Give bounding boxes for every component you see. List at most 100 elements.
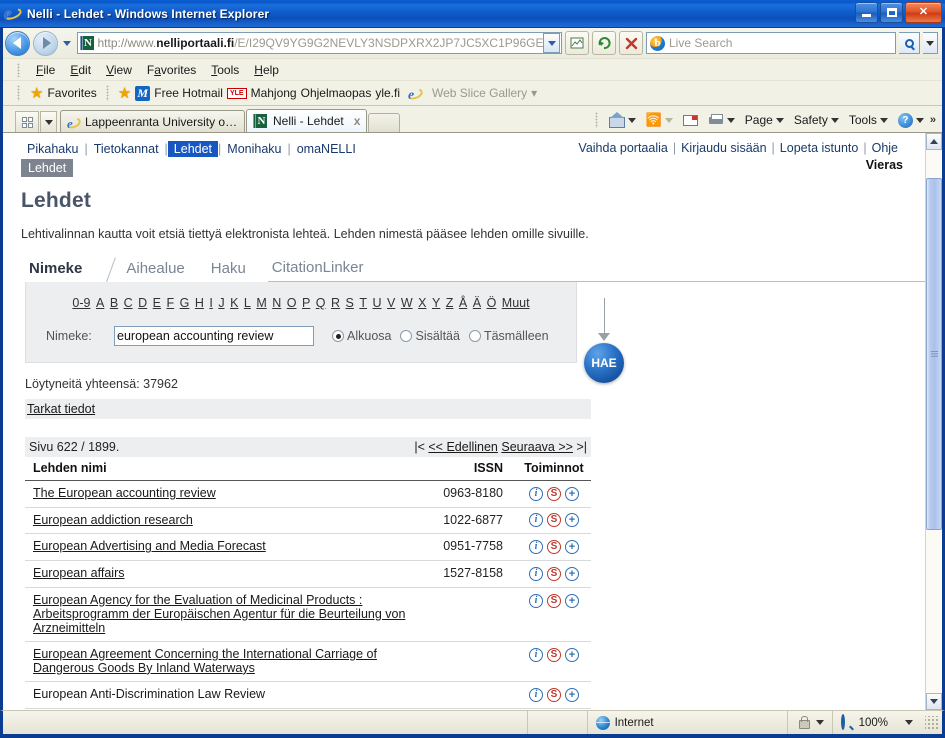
stop-button[interactable] (619, 31, 643, 55)
scroll-down-button[interactable] (926, 693, 942, 710)
radio-indicator[interactable] (468, 330, 481, 342)
add-icon[interactable]: + (565, 593, 579, 608)
tab-haku[interactable]: Haku (207, 260, 268, 282)
link-lopeta-istunto[interactable]: Lopeta istunto (775, 141, 864, 155)
alpha-i[interactable]: I (209, 296, 212, 310)
safety-menu-button[interactable]: Safety (790, 111, 843, 129)
nav-pikahaku[interactable]: Pikahaku (21, 141, 84, 157)
search-go-button[interactable] (899, 32, 920, 54)
favorite-ohjelmaopas[interactable]: Ohjelmaopas (301, 86, 372, 100)
close-button[interactable]: ✕ (905, 2, 942, 23)
menu-favorites[interactable]: Favorites (140, 61, 203, 79)
nimeke-input[interactable] (114, 326, 314, 346)
radio-sisaltaa[interactable]: Sisältää (400, 329, 460, 343)
quick-tabs-button[interactable] (15, 111, 39, 132)
nav-lehdet[interactable]: Lehdet (167, 141, 219, 157)
hae-search-button[interactable]: HAE (584, 343, 624, 383)
add-icon[interactable]: + (565, 540, 579, 555)
chevron-down-icon[interactable] (905, 720, 913, 725)
nav-omanelli[interactable]: omaNELLI (291, 141, 362, 157)
nav-tietokannat[interactable]: Tietokannat (88, 141, 165, 157)
alpha-d[interactable]: D (138, 296, 147, 310)
alpha-m[interactable]: M (256, 296, 266, 310)
alpha-y[interactable]: Y (432, 296, 440, 310)
radio-tasmalleen[interactable]: Täsmälleen (468, 329, 549, 343)
alpha-p[interactable]: P (302, 296, 310, 310)
address-dropdown-chevron-down-icon[interactable] (543, 33, 560, 53)
favorite-mahjong[interactable]: Mahjong (251, 86, 297, 100)
journal-link[interactable]: European Agreement Concerning the Intern… (33, 647, 377, 675)
info-icon[interactable]: i (529, 647, 543, 662)
journal-link[interactable]: European Anti-Discrimination Law Review (33, 687, 265, 701)
journal-link[interactable]: European affairs (33, 566, 125, 580)
alpha-v[interactable]: V (387, 296, 395, 310)
sfx-icon[interactable]: S (547, 593, 561, 608)
add-icon[interactable]: + (565, 513, 579, 528)
alpha-s[interactable]: S (346, 296, 354, 310)
alpha-0-9[interactable]: 0-9 (72, 296, 90, 310)
alpha-adia[interactable]: Ä (473, 296, 481, 310)
alpha-u[interactable]: U (372, 296, 381, 310)
favorite-ylefi[interactable]: yle.fi (375, 86, 400, 100)
menu-file[interactable]: File (29, 61, 62, 79)
journal-link[interactable]: European addiction research (33, 513, 193, 527)
home-button[interactable] (605, 111, 640, 129)
alpha-aring[interactable]: Å (459, 296, 467, 310)
new-tab-button[interactable] (368, 113, 401, 132)
alpha-e[interactable]: E (153, 296, 161, 310)
info-icon[interactable]: i (529, 593, 543, 608)
tab-lappeenranta[interactable]: e Lappeenranta University of T... (60, 110, 245, 132)
journal-link[interactable]: The European accounting review (33, 486, 216, 500)
link-kirjaudu-sisaan[interactable]: Kirjaudu sisään (676, 141, 771, 155)
nav-monihaku[interactable]: Monihaku (221, 141, 287, 157)
tools-menu-button[interactable]: Tools (845, 111, 892, 129)
sfx-icon[interactable]: S (547, 486, 561, 501)
search-provider-dropdown[interactable] (923, 32, 938, 54)
add-icon[interactable]: + (565, 566, 579, 581)
zoom-control[interactable]: 100% (831, 711, 921, 734)
alpha-k[interactable]: K (230, 296, 238, 310)
recent-pages-chevron-down-icon[interactable] (61, 32, 74, 54)
menu-edit[interactable]: Edit (63, 61, 98, 79)
alpha-j[interactable]: J (218, 296, 224, 310)
alpha-f[interactable]: F (167, 296, 175, 310)
compatibility-view-button[interactable] (565, 31, 589, 55)
back-button[interactable] (5, 30, 30, 56)
tab-close-icon[interactable]: x (354, 114, 361, 128)
menu-view[interactable]: View (99, 61, 139, 79)
journal-link[interactable]: European Agency for the Evaluation of Me… (33, 593, 405, 635)
tab-list-chevron-down-icon[interactable] (40, 111, 57, 132)
menu-help[interactable]: Help (247, 61, 286, 79)
address-bar[interactable]: N http://www.nelliportaali.fi/E/I29QV9YG… (76, 32, 562, 54)
add-icon[interactable]: + (565, 687, 579, 702)
sfx-icon[interactable]: S (547, 513, 561, 528)
alpha-b[interactable]: B (110, 296, 118, 310)
alpha-c[interactable]: C (124, 296, 133, 310)
vertical-scrollbar[interactable] (925, 133, 942, 710)
page-next-link[interactable]: Seuraava >> (501, 440, 573, 454)
sfx-icon[interactable]: S (547, 566, 561, 581)
refresh-button[interactable] (592, 31, 616, 55)
maximize-button[interactable] (880, 2, 903, 23)
page-prev-link[interactable]: << Edellinen (428, 440, 498, 454)
page-first-link[interactable]: |< (414, 440, 425, 454)
radio-indicator[interactable] (332, 330, 344, 342)
alpha-x[interactable]: X (418, 296, 426, 310)
web-slice-chevron-down-icon[interactable]: ▾ (531, 86, 537, 100)
tab-citationlinker[interactable]: CitationLinker (272, 259, 364, 276)
tab-nimeke[interactable]: Nimeke (25, 260, 104, 282)
alpha-t[interactable]: T (359, 296, 367, 310)
tab-aihealue[interactable]: Aihealue (122, 260, 206, 282)
feeds-button[interactable]: 🛜 (642, 110, 677, 130)
favorites-button-label[interactable]: Favorites (47, 86, 96, 100)
subnav-lehdet[interactable]: Lehdet (21, 159, 74, 177)
security-zone[interactable]: Internet (586, 711, 787, 734)
protected-mode-indicator[interactable] (786, 711, 832, 734)
alpha-q[interactable]: Q (316, 296, 326, 310)
info-icon[interactable]: i (529, 486, 543, 501)
search-input[interactable]: Live Search (669, 36, 732, 50)
scrollbar-track[interactable] (926, 150, 942, 693)
chevron-down-icon[interactable] (815, 720, 824, 725)
command-bar-overflow-icon[interactable]: » (930, 114, 936, 126)
sfx-icon[interactable]: S (547, 647, 561, 662)
